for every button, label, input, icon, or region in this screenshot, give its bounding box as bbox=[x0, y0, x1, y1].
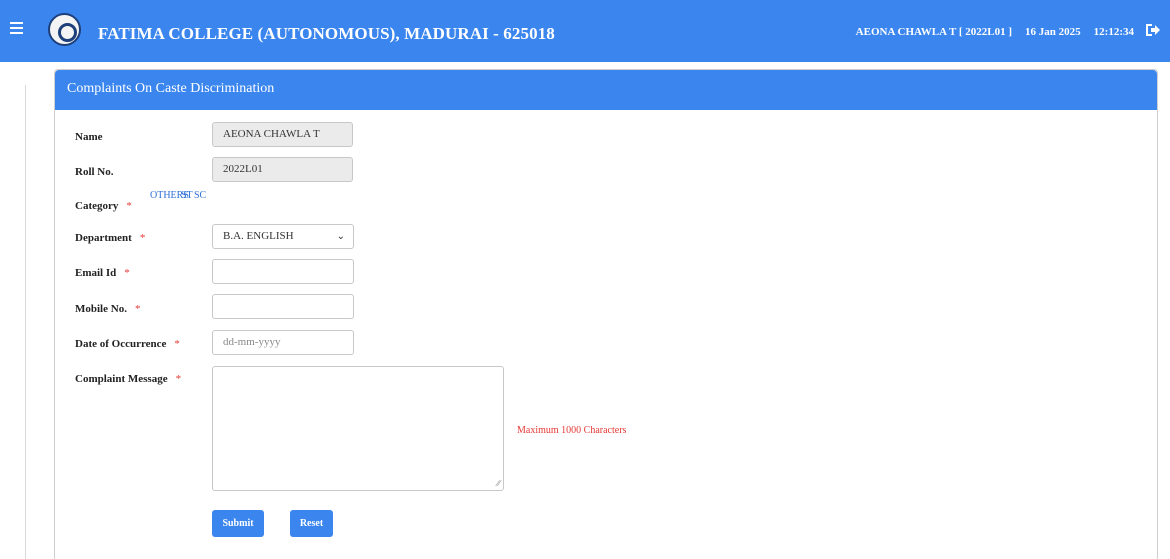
submit-button[interactable]: Submit bbox=[212, 510, 264, 537]
date-field[interactable]: dd-mm-yyyy bbox=[212, 330, 354, 355]
message-limit-note: Maximum 1000 Characters bbox=[517, 425, 627, 436]
card-title: Complaints On Caste Discrimination bbox=[55, 70, 1157, 110]
complaint-card: Complaints On Caste Discrimination Name … bbox=[54, 69, 1158, 559]
email-label: Email Id * bbox=[75, 267, 130, 279]
resize-grip-icon[interactable]: ∕∕ bbox=[497, 478, 500, 488]
name-field: AEONA CHAWLA T bbox=[212, 122, 353, 147]
mobile-label: Mobile No. * bbox=[75, 303, 141, 315]
category-option-sc[interactable]: SC bbox=[194, 190, 206, 201]
logout-icon[interactable] bbox=[1145, 23, 1161, 37]
roll-field: 2022L01 bbox=[212, 157, 353, 182]
current-time: 12:12:34 bbox=[1093, 26, 1134, 38]
category-option-st[interactable]: ST bbox=[181, 190, 193, 201]
name-label: Name bbox=[75, 131, 103, 143]
chevron-down-icon: ⌄ bbox=[336, 231, 345, 242]
menu-icon[interactable] bbox=[10, 22, 23, 35]
complaint-message-field[interactable]: ∕∕ bbox=[212, 366, 504, 491]
college-logo bbox=[48, 13, 81, 46]
college-title: FATIMA COLLEGE (AUTONOMOUS), MADURAI - 6… bbox=[98, 24, 555, 43]
user-name: AEONA CHAWLA T [ 2022L01 ] bbox=[855, 26, 1013, 38]
message-label: Complaint Message * bbox=[75, 373, 182, 385]
sidebar-divider bbox=[25, 85, 26, 559]
user-info: AEONA CHAWLA T [ 2022L01 ] 16 Jan 2025 1… bbox=[856, 26, 1134, 38]
reset-button[interactable]: Reset bbox=[290, 510, 333, 537]
date-label: Date of Occurrence * bbox=[75, 338, 180, 350]
roll-label: Roll No. bbox=[75, 166, 114, 178]
department-select[interactable]: B.A. ENGLISH ⌄ bbox=[212, 224, 354, 249]
mobile-field[interactable] bbox=[212, 294, 354, 319]
top-bar: FATIMA COLLEGE (AUTONOMOUS), MADURAI - 6… bbox=[0, 0, 1170, 62]
current-date: 16 Jan 2025 bbox=[1025, 26, 1081, 38]
category-label: Category * bbox=[75, 200, 132, 212]
department-label: Department * bbox=[75, 232, 146, 244]
email-field[interactable] bbox=[212, 259, 354, 284]
